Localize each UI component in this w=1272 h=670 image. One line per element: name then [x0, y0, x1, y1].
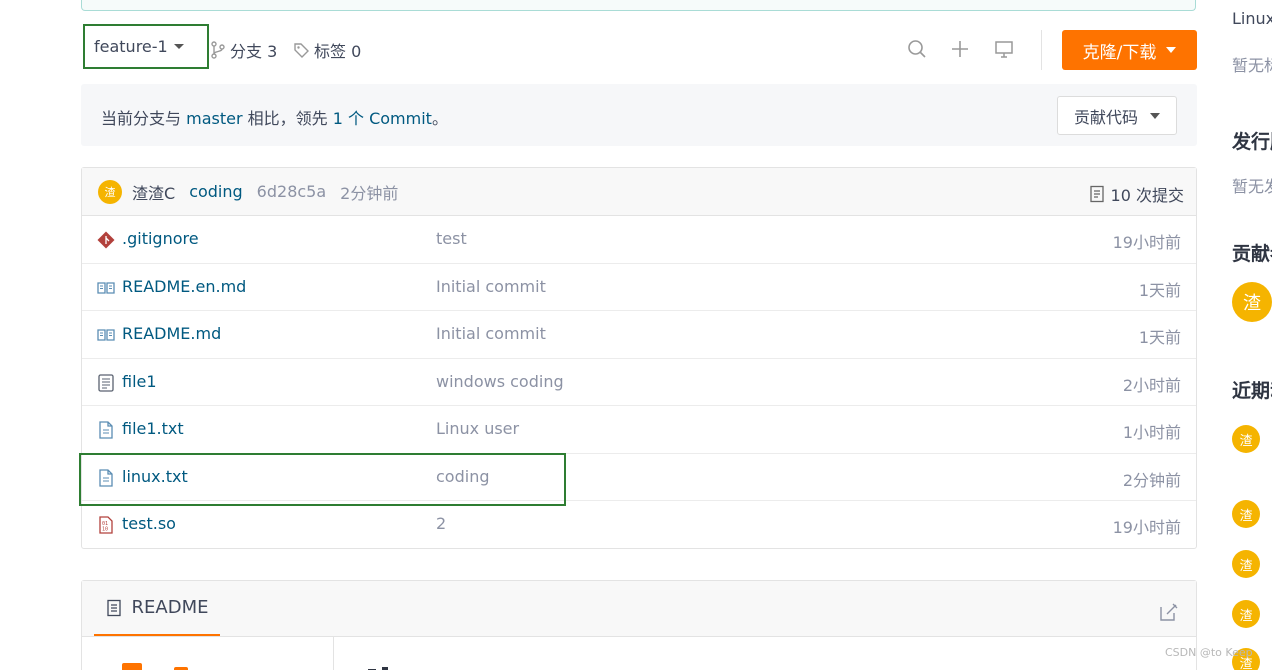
file-row[interactable]: linux.txt coding 2分钟前: [82, 454, 1196, 501]
file-name[interactable]: file1.txt: [122, 419, 184, 438]
toc-heading-fragment: [122, 663, 142, 670]
branches-link[interactable]: 分支 3: [210, 38, 277, 62]
file-list: 渣 渣渣C coding 6d28c5a 2分钟前 10 次提交 .gitign…: [81, 167, 1197, 549]
contribute-button[interactable]: 贡献代码: [1057, 96, 1177, 135]
file-icon: [99, 468, 113, 487]
branch-selector[interactable]: feature-1: [83, 24, 209, 69]
file-commit-message[interactable]: test: [436, 229, 467, 248]
svg-text:10: 10: [102, 527, 108, 533]
readme-header: README: [82, 581, 1196, 637]
avatar[interactable]: 渣: [98, 179, 122, 204]
readme-toc: [82, 637, 334, 670]
file-name[interactable]: test.so: [122, 514, 176, 533]
file-commit-message[interactable]: 2: [436, 514, 446, 533]
commit-count: 10 次提交: [1110, 186, 1184, 205]
tag-icon: [294, 42, 309, 58]
file-time: 2小时前: [1122, 375, 1181, 395]
commit-hash[interactable]: 6d28c5a: [257, 182, 326, 201]
file-time: 1天前: [1138, 280, 1181, 300]
compare-prefix: 当前分支与: [101, 109, 182, 128]
contribute-label: 贡献代码: [1073, 107, 1138, 127]
compare-summary: 当前分支与 master 相比，领先 1 个 Commit。: [101, 105, 448, 129]
file-time: 2分钟前: [1122, 470, 1181, 490]
branch-icon: [211, 41, 225, 59]
clone-download-button[interactable]: 克隆/下载: [1062, 30, 1197, 70]
file-row[interactable]: file1.txt Linux user 1小时前: [82, 406, 1196, 454]
file-commit-message[interactable]: Initial commit: [436, 324, 546, 343]
commit-message[interactable]: coding: [189, 182, 242, 201]
book-icon: [97, 329, 115, 341]
watermark: CSDN @to Keep: [1165, 646, 1253, 659]
search-icon[interactable]: [906, 38, 928, 60]
file-row[interactable]: README.en.md Initial commit 1天前: [82, 264, 1196, 311]
file-name[interactable]: README.en.md: [122, 277, 246, 296]
book-icon: [97, 281, 115, 294]
tags-count: 标签 0: [314, 42, 362, 61]
readme-panel: README: [81, 580, 1197, 670]
file-row[interactable]: README.md Initial commit 1天前: [82, 311, 1196, 359]
sidebar-contributors-heading: 贡献者: [1232, 243, 1272, 265]
readme-title-fragment: [368, 667, 388, 670]
commits-icon: [1089, 185, 1104, 203]
file-commit-message[interactable]: Linux user: [436, 419, 519, 438]
ahead-commits-link[interactable]: 1 个 Commit: [333, 109, 432, 128]
file-name[interactable]: README.md: [122, 324, 221, 343]
commit-count-link[interactable]: 10 次提交: [1089, 182, 1184, 206]
text-file-icon: [98, 373, 114, 392]
top-panel-edge: [81, 0, 1196, 11]
readme-tab[interactable]: README: [94, 581, 220, 636]
add-icon[interactable]: [949, 38, 971, 60]
file-name[interactable]: file1: [122, 372, 157, 391]
file-name[interactable]: linux.txt: [122, 467, 188, 486]
avatar[interactable]: 渣: [1232, 600, 1260, 628]
file-row[interactable]: file1 windows coding 2小时前: [82, 359, 1196, 406]
file-commit-message[interactable]: windows coding: [436, 372, 564, 391]
branch-compare-bar: 当前分支与 master 相比，领先 1 个 Commit。 贡献代码: [81, 84, 1197, 146]
binary-file-icon: 01 10: [99, 516, 113, 534]
compare-middle: 相比，领先: [247, 109, 328, 128]
sidebar-releases-heading: 发行版: [1232, 131, 1272, 153]
avatar[interactable]: 渣: [1232, 550, 1260, 578]
branch-name: feature-1: [94, 37, 168, 56]
file-time: 19小时前: [1112, 233, 1181, 252]
commit-time: 2分钟前: [340, 183, 399, 203]
file-icon: [99, 421, 113, 439]
file-time: 1天前: [1138, 328, 1181, 347]
clone-label: 克隆/下载: [1082, 42, 1157, 63]
gitignore-icon: [97, 231, 115, 249]
file-row[interactable]: .gitignore test 19小时前: [82, 216, 1196, 264]
file-time: 19小时前: [1112, 518, 1181, 537]
commit-author[interactable]: 渣渣C: [132, 180, 175, 204]
file-row[interactable]: 01 10 test.so 2 19小时前: [82, 501, 1196, 549]
sidebar-releases-empty: 暂无发行版: [1232, 177, 1272, 196]
edit-icon[interactable]: [1158, 601, 1180, 623]
avatar[interactable]: 渣: [1232, 500, 1260, 528]
toolbar-divider: [1041, 30, 1042, 70]
chevron-down-icon: [173, 44, 184, 49]
avatar[interactable]: 渣: [1232, 425, 1260, 453]
tags-link[interactable]: 标签 0: [293, 38, 361, 62]
file-name[interactable]: .gitignore: [122, 229, 199, 248]
readme-file-icon: [106, 599, 121, 616]
chevron-down-icon: [1150, 112, 1160, 119]
chevron-down-icon: [1166, 47, 1177, 53]
compare-suffix: 。: [431, 109, 448, 128]
sidebar-activity-heading: 近期动态: [1232, 380, 1272, 402]
sidebar-language: Linux: [1232, 9, 1272, 28]
branches-count: 分支 3: [230, 42, 278, 61]
sidebar-empty-tags: 暂无标签: [1232, 56, 1272, 75]
webide-icon[interactable]: [993, 38, 1015, 60]
file-commit-message[interactable]: Initial commit: [436, 277, 546, 296]
latest-commit-bar: 渣 渣渣C coding 6d28c5a 2分钟前 10 次提交: [82, 168, 1196, 216]
file-time: 1小时前: [1122, 423, 1181, 442]
avatar[interactable]: 渣: [1232, 282, 1272, 322]
file-commit-message[interactable]: coding: [436, 467, 489, 486]
compare-base-branch-link[interactable]: master: [186, 109, 242, 128]
readme-tab-label: README: [131, 597, 209, 618]
